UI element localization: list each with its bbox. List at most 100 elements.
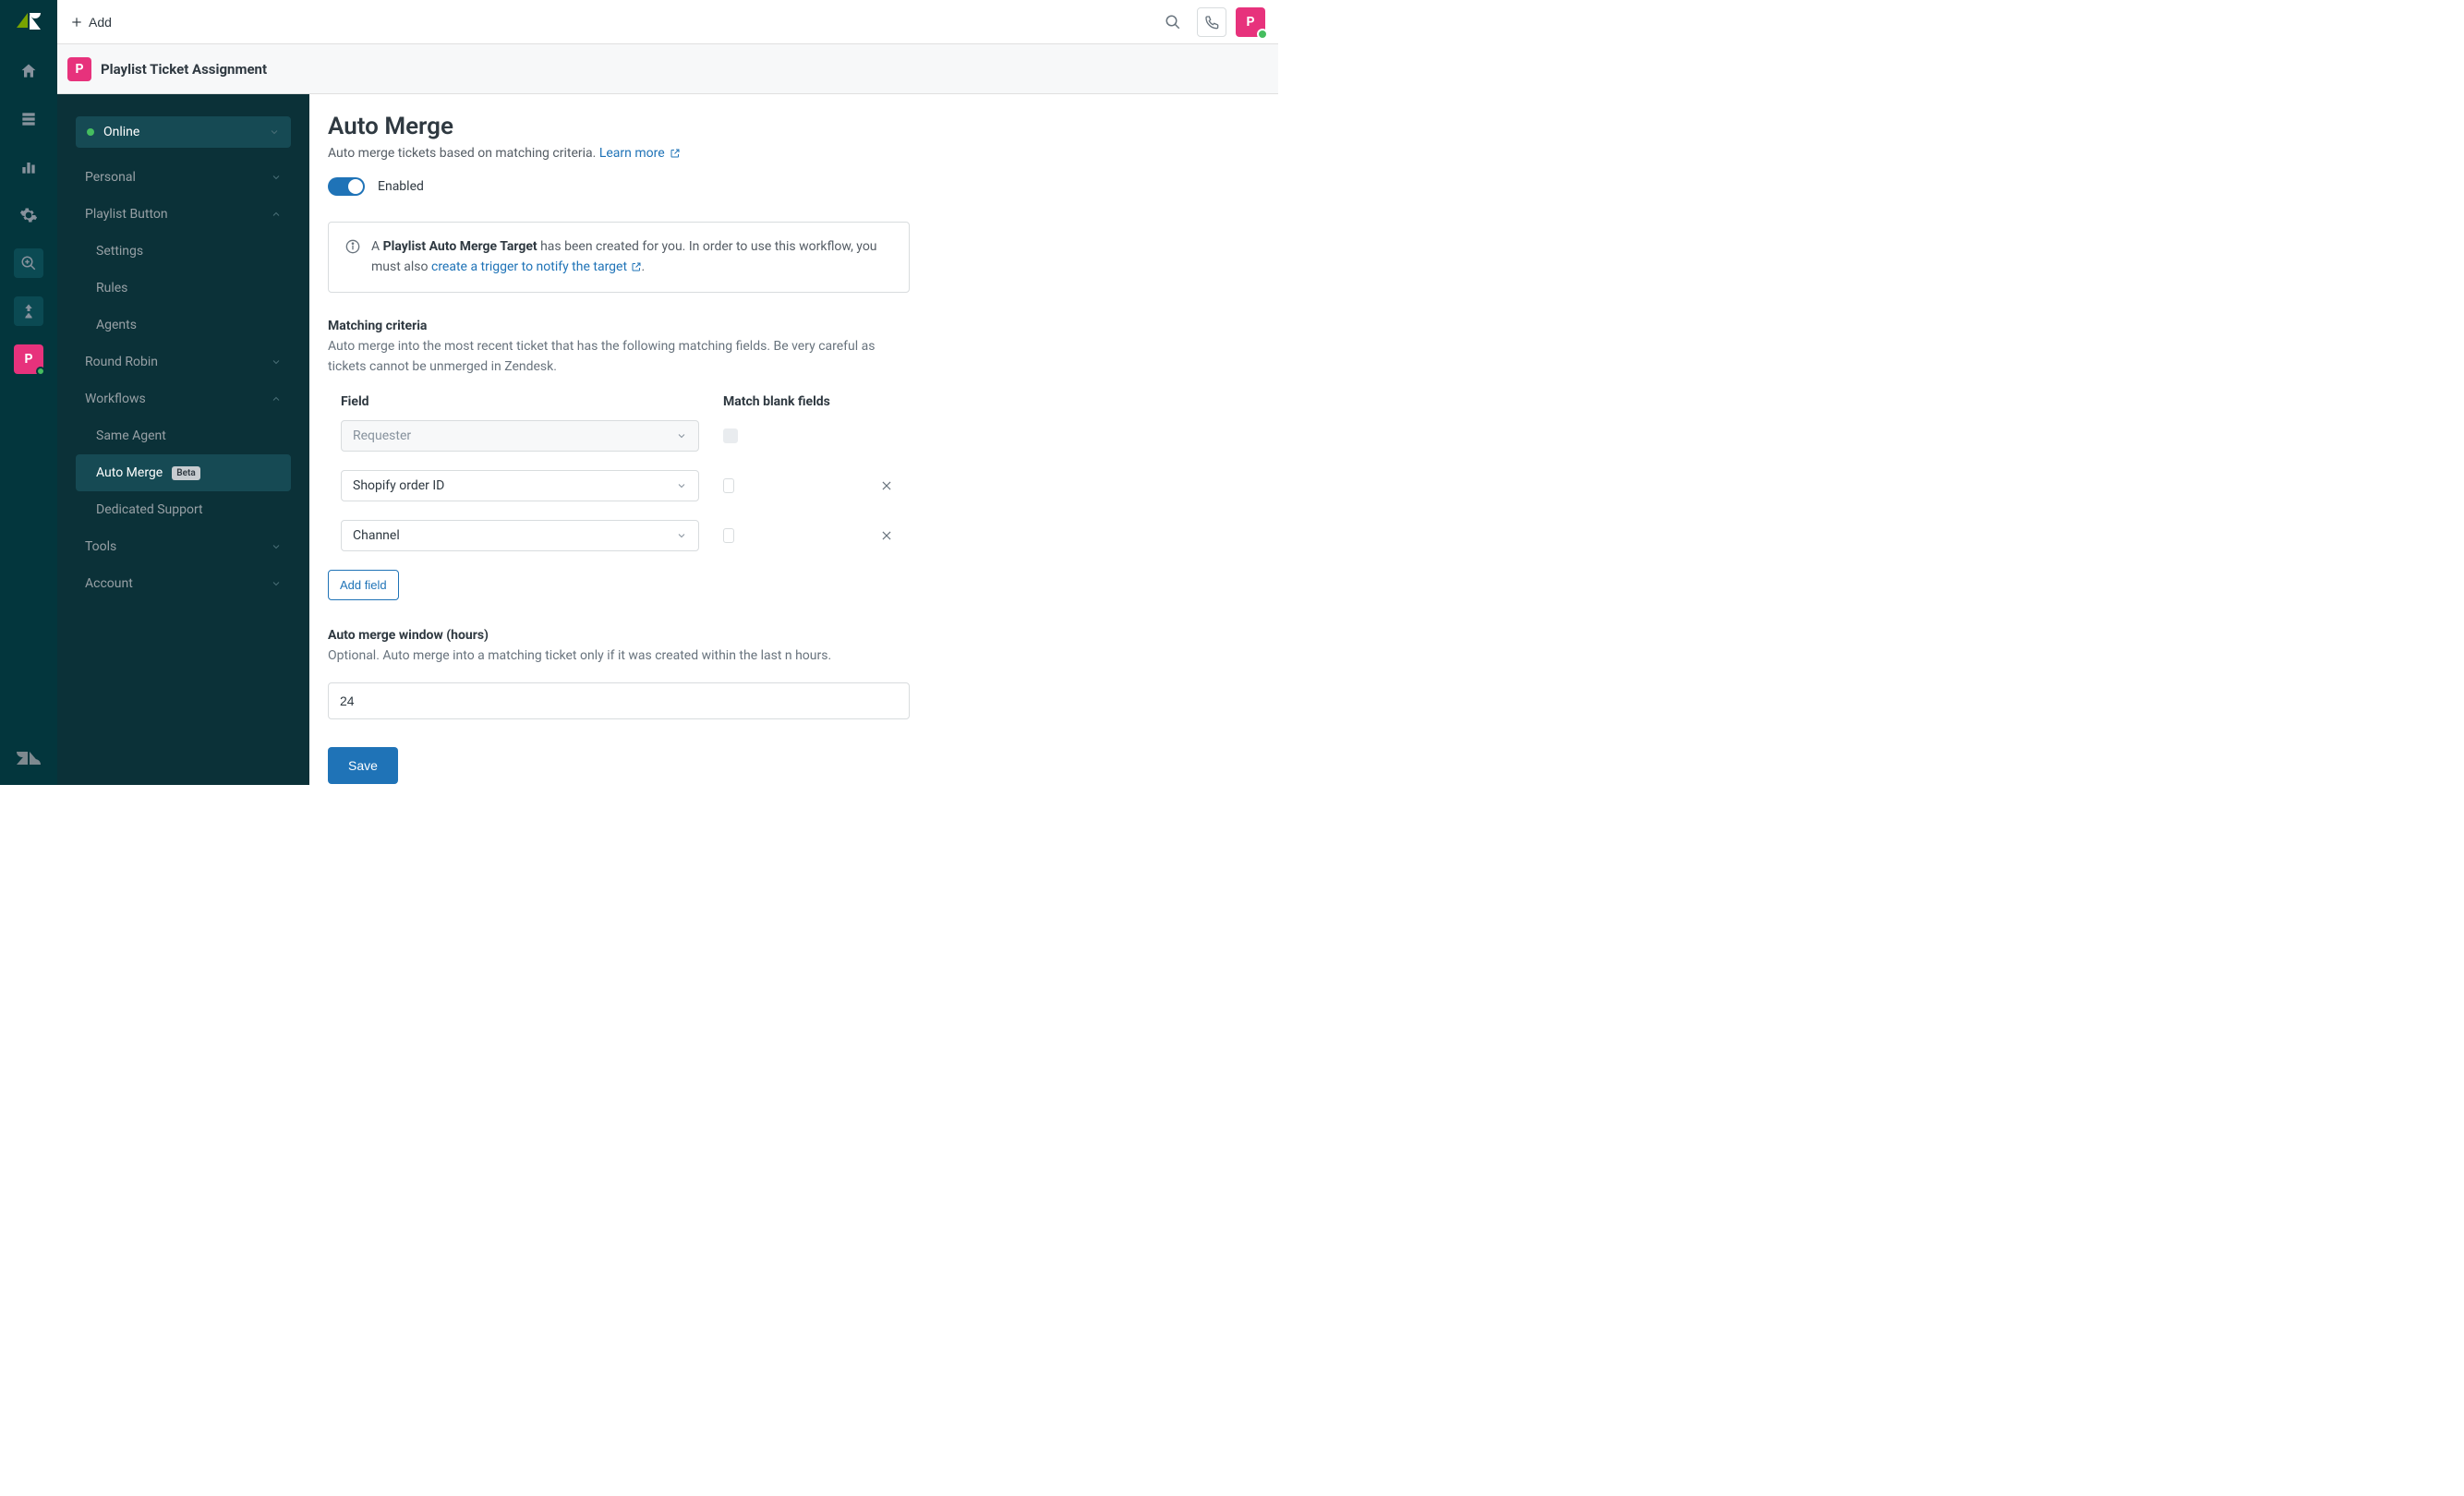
sidebar-item-personal[interactable]: Personal xyxy=(76,159,291,196)
chevron-down-icon xyxy=(271,356,282,368)
sidebar-sub-auto-merge[interactable]: Auto Merge Beta xyxy=(76,454,291,491)
remove-row-button[interactable] xyxy=(876,525,897,546)
criteria-help: Auto merge into the most recent ticket t… xyxy=(328,337,910,377)
remove-row-button[interactable] xyxy=(876,476,897,496)
content: Auto Merge Auto merge tickets based on m… xyxy=(309,94,1278,785)
topbar-search-button[interactable] xyxy=(1158,7,1188,37)
window-input[interactable] xyxy=(328,682,910,719)
sidebar-sub-rules[interactable]: Rules xyxy=(76,270,291,307)
chevron-up-icon xyxy=(271,393,282,404)
topbar-avatar[interactable]: P xyxy=(1236,7,1265,37)
sidebar-label: Same Agent xyxy=(96,428,166,443)
plus-icon xyxy=(70,16,83,29)
topbar-right: P xyxy=(1158,7,1265,37)
field-select[interactable]: Shopify order ID xyxy=(341,470,699,501)
chevron-down-icon xyxy=(676,430,687,441)
add-field-button[interactable]: Add field xyxy=(328,570,399,600)
status-label: Online xyxy=(103,125,139,139)
enabled-toggle-row: Enabled xyxy=(328,177,910,196)
match-blank-checkbox[interactable] xyxy=(723,478,734,493)
window-help: Optional. Auto merge into a matching tic… xyxy=(328,646,910,667)
column-match-blank: Match blank fields xyxy=(723,394,880,409)
sidebar-sub-same-agent[interactable]: Same Agent xyxy=(76,417,291,454)
save-button[interactable]: Save xyxy=(328,747,398,784)
admin-icon[interactable] xyxy=(14,200,43,230)
sidebar-label: Round Robin xyxy=(85,355,158,369)
sidebar-label: Dedicated Support xyxy=(96,502,203,517)
field-select-value: Channel xyxy=(353,528,400,543)
zendesk-logo-icon[interactable] xyxy=(17,9,41,33)
sidebar-label: Settings xyxy=(96,244,143,259)
status-selector[interactable]: Online xyxy=(76,116,291,148)
phone-icon xyxy=(1204,15,1219,30)
chevron-down-icon xyxy=(676,530,687,541)
left-rail: P xyxy=(0,0,57,785)
sidebar-label: Rules xyxy=(96,281,127,296)
sidebar-item-workflows[interactable]: Workflows xyxy=(76,380,291,417)
enabled-label: Enabled xyxy=(378,179,424,194)
chevron-down-icon xyxy=(269,127,280,138)
app-sidebar: Online Personal Playlist Button Settings… xyxy=(57,94,309,785)
criteria-row: Requester xyxy=(328,420,910,452)
chevron-up-icon xyxy=(271,209,282,220)
body: Online Personal Playlist Button Settings… xyxy=(57,94,1278,785)
info-box: A Playlist Auto Merge Target has been cr… xyxy=(328,222,910,293)
presence-dot-icon xyxy=(36,367,45,376)
window-label: Auto merge window (hours) xyxy=(328,628,910,643)
views-icon[interactable] xyxy=(14,104,43,134)
presence-dot-icon xyxy=(1257,29,1268,40)
beta-badge: Beta xyxy=(172,466,199,480)
page-subtitle: Auto merge tickets based on matching cri… xyxy=(328,146,910,161)
topbar-phone-button[interactable] xyxy=(1197,7,1226,37)
learn-more-link[interactable]: Learn more xyxy=(599,146,681,161)
sidebar-sub-settings[interactable]: Settings xyxy=(76,233,291,270)
match-blank-checkbox[interactable] xyxy=(723,528,734,543)
playlist-app-initial: P xyxy=(24,352,32,367)
enabled-toggle[interactable] xyxy=(328,177,365,196)
info-icon xyxy=(345,239,360,277)
search-icon xyxy=(1165,14,1181,30)
search-zoom-icon[interactable] xyxy=(14,248,43,278)
page-heading: Auto Merge xyxy=(328,113,910,140)
sidebar-label: Tools xyxy=(85,539,116,554)
chevron-down-icon xyxy=(271,578,282,589)
sidebar-sub-agents[interactable]: Agents xyxy=(76,307,291,344)
field-select-value: Requester xyxy=(353,428,411,443)
add-button[interactable]: Add xyxy=(70,15,112,30)
app-header-badge: P xyxy=(67,57,91,81)
column-field: Field xyxy=(341,394,723,409)
sidebar-label: Playlist Button xyxy=(85,207,168,222)
external-link-icon xyxy=(631,261,642,272)
zendesk-footer-icon[interactable] xyxy=(17,748,41,772)
sidebar-item-account[interactable]: Account xyxy=(76,565,291,602)
status-dot-icon xyxy=(87,128,94,136)
chevron-down-icon xyxy=(271,172,282,183)
criteria-row: Channel xyxy=(328,520,910,551)
close-icon xyxy=(880,479,893,492)
reporting-icon[interactable] xyxy=(14,152,43,182)
sidebar-sub-dedicated-support[interactable]: Dedicated Support xyxy=(76,491,291,528)
criteria-header-row: Field Match blank fields xyxy=(328,394,910,409)
chevron-down-icon xyxy=(676,480,687,491)
topbar: Add P xyxy=(57,0,1278,44)
sidebar-label: Agents xyxy=(96,318,137,332)
avatar-initial: P xyxy=(1246,15,1254,30)
field-select: Requester xyxy=(341,420,699,452)
sidebar-item-tools[interactable]: Tools xyxy=(76,528,291,565)
create-trigger-link[interactable]: create a trigger to notify the target xyxy=(431,259,642,274)
app-header-initial: P xyxy=(75,62,83,77)
home-icon[interactable] xyxy=(14,56,43,86)
external-link-icon xyxy=(670,148,681,159)
playlist-app-icon[interactable]: P xyxy=(14,344,43,374)
field-select[interactable]: Channel xyxy=(341,520,699,551)
page: Add P P Playlist Ticket Assignment xyxy=(57,0,1278,785)
app-header-title: Playlist Ticket Assignment xyxy=(101,61,267,78)
sidebar-label: Auto Merge xyxy=(96,465,163,480)
sidebar-item-playlist-button[interactable]: Playlist Button xyxy=(76,196,291,233)
criteria-row: Shopify order ID xyxy=(328,470,910,501)
sidebar-item-round-robin[interactable]: Round Robin xyxy=(76,344,291,380)
info-text: A Playlist Auto Merge Target has been cr… xyxy=(371,237,892,277)
person-up-icon[interactable] xyxy=(14,296,43,326)
match-blank-checkbox xyxy=(723,428,738,443)
app-header: P Playlist Ticket Assignment xyxy=(57,44,1278,94)
